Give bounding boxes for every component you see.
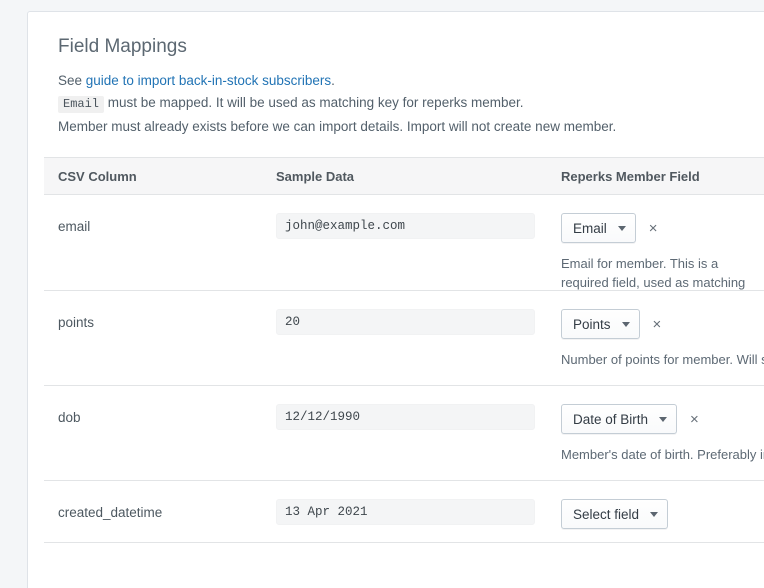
table-row: created_datetime Select field bbox=[44, 480, 764, 542]
csv-column-name: points bbox=[58, 315, 95, 330]
intro-line-email-required: Email must be mapped. It will be used as… bbox=[58, 92, 764, 115]
table-row: points Points × Number of points for me bbox=[44, 290, 764, 385]
member-field-select-label: Select field bbox=[573, 506, 640, 522]
csv-column-name: dob bbox=[58, 410, 81, 425]
table-bottom-divider bbox=[44, 542, 764, 543]
intro-email-text: must be mapped. It will be used as match… bbox=[107, 95, 524, 110]
intro-line-guide: See guide to import back-in-stock subscr… bbox=[58, 70, 764, 91]
email-code-badge: Email bbox=[58, 96, 105, 113]
chevron-down-icon bbox=[650, 511, 659, 517]
field-help-text: Email for member. This is a required fie… bbox=[561, 256, 746, 290]
table-row: dob Date of Birth × Member's date of bi bbox=[44, 385, 764, 480]
intro-line-member-exists: Member must already exists before we can… bbox=[58, 119, 617, 134]
csv-column-name: email bbox=[58, 219, 91, 234]
intro-text-block: See guide to import back-in-stock subscr… bbox=[44, 70, 764, 137]
page-title: Field Mappings bbox=[58, 36, 187, 57]
member-field-select[interactable]: Date of Birth bbox=[561, 404, 678, 434]
sample-data-input[interactable] bbox=[276, 309, 535, 335]
import-guide-link[interactable]: guide to import back-in-stock subscriber… bbox=[86, 73, 331, 88]
remove-mapping-button[interactable]: × bbox=[653, 317, 662, 332]
intro-see-prefix: See bbox=[58, 73, 86, 88]
field-help-text: Member's date of birth. Preferably in bbox=[561, 447, 764, 462]
csv-column-name: created_datetime bbox=[58, 505, 163, 520]
column-header-sample-data: Sample Data bbox=[276, 168, 355, 184]
table-row: email Email × Email for member. This is bbox=[44, 195, 764, 290]
sample-data-input[interactable] bbox=[276, 213, 535, 239]
column-header-reperks-member-field: Reperks Member Field bbox=[561, 168, 700, 184]
remove-mapping-button[interactable]: × bbox=[690, 412, 699, 427]
table-header-row: CSV Column Sample Data Reperks Member Fi… bbox=[44, 157, 764, 195]
field-mappings-table: CSV Column Sample Data Reperks Member Fi… bbox=[44, 157, 764, 543]
page-viewport: Field Mappings See guide to import back-… bbox=[0, 0, 764, 588]
chevron-down-icon bbox=[659, 416, 668, 422]
remove-mapping-button[interactable]: × bbox=[649, 221, 658, 236]
field-help-text: Number of points for member. Will s bbox=[561, 352, 764, 367]
member-field-select-label: Email bbox=[573, 220, 607, 236]
member-field-select[interactable]: Select field bbox=[561, 499, 669, 529]
member-field-select[interactable]: Points bbox=[561, 309, 640, 339]
sample-data-input[interactable] bbox=[276, 404, 535, 430]
chevron-down-icon bbox=[617, 225, 626, 231]
intro-see-suffix: . bbox=[331, 73, 335, 88]
field-mappings-card: Field Mappings See guide to import back-… bbox=[27, 11, 764, 588]
member-field-select-label: Points bbox=[573, 316, 611, 332]
chevron-down-icon bbox=[621, 321, 630, 327]
sample-data-input[interactable] bbox=[276, 499, 535, 525]
column-header-csv-column: CSV Column bbox=[58, 168, 137, 184]
member-field-select-label: Date of Birth bbox=[573, 411, 649, 427]
member-field-select[interactable]: Email bbox=[561, 213, 636, 243]
